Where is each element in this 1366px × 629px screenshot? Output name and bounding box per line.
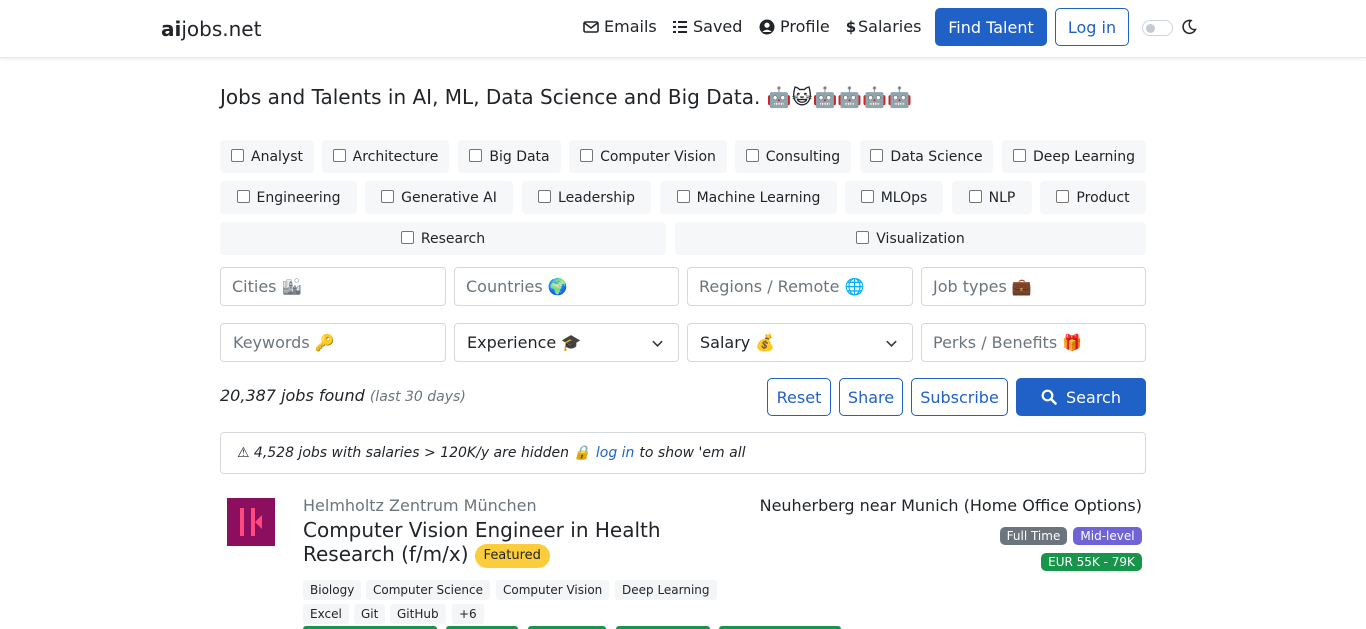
category-analyst[interactable]: Analyst	[220, 140, 314, 173]
checkbox[interactable]	[856, 231, 870, 244]
hidden-jobs-notice: ⚠ 4,528 jobs with salaries > 120K/y are …	[220, 432, 1146, 474]
category-consulting[interactable]: Consulting	[735, 140, 851, 173]
job-type-badge[interactable]: Full Time	[1000, 527, 1067, 545]
job-tag[interactable]: GitHub	[390, 604, 446, 624]
cities-input[interactable]: Cities 🏙	[220, 267, 446, 306]
dollar-icon: $	[846, 19, 856, 35]
checkbox[interactable]	[870, 149, 884, 162]
page-headline: Jobs and Talents in AI, ML, Data Science…	[220, 85, 913, 109]
helmholtz-logo-icon	[240, 508, 262, 536]
checkbox[interactable]	[236, 190, 250, 203]
job-tag[interactable]: Deep Learning	[615, 580, 717, 600]
share-button[interactable]: Share	[839, 378, 903, 416]
dark-mode-toggle[interactable]	[1142, 20, 1173, 36]
user-circle-icon	[759, 19, 775, 34]
category-architecture[interactable]: Architecture	[322, 140, 449, 173]
category-leadership[interactable]: Leadership	[522, 181, 651, 214]
regions-input[interactable]: Regions / Remote 🌐	[687, 267, 913, 306]
perks-input[interactable]: Perks / Benefits 🎁	[921, 323, 1146, 362]
job-tag[interactable]: Excel	[303, 604, 349, 624]
salary-select[interactable]: Salary 💰	[687, 323, 913, 362]
job-tag[interactable]: Biology	[303, 580, 362, 600]
job-tag-more[interactable]: +6	[452, 604, 484, 624]
search-button[interactable]: Search	[1016, 378, 1146, 416]
job-tag[interactable]: Computer Vision	[496, 580, 610, 600]
category-machine-learning[interactable]: Machine Learning	[660, 181, 837, 214]
login-button[interactable]: Log in	[1055, 8, 1129, 46]
reset-button[interactable]: Reset	[767, 378, 831, 416]
checkbox[interactable]	[381, 190, 395, 203]
moon-icon[interactable]	[1181, 19, 1197, 35]
category-data-science[interactable]: Data Science	[860, 140, 993, 173]
subscribe-button[interactable]: Subscribe	[911, 378, 1008, 416]
chevron-down-icon	[886, 340, 897, 347]
login-link[interactable]: log in	[596, 445, 635, 461]
keywords-input[interactable]: Keywords 🔑	[220, 323, 446, 362]
job-location: Neuherberg near Munich (Home Office Opti…	[759, 496, 1142, 515]
experience-badge[interactable]: Mid-level	[1073, 527, 1142, 545]
search-icon	[1041, 389, 1057, 405]
job-title[interactable]: Computer Vision Engineer in Health Resea…	[303, 518, 723, 568]
nav-profile[interactable]: Profile	[759, 17, 830, 36]
checkbox[interactable]	[968, 190, 982, 203]
checkbox[interactable]	[1012, 149, 1026, 162]
job-types-input[interactable]: Job types 💼	[921, 267, 1146, 306]
checkbox[interactable]	[745, 149, 759, 162]
category-computer-vision[interactable]: Computer Vision	[569, 140, 727, 173]
nav-saved[interactable]: Saved	[672, 17, 742, 36]
chevron-down-icon	[652, 340, 663, 347]
category-product[interactable]: Product	[1040, 181, 1146, 214]
salary-badge[interactable]: EUR 55K - 79K	[1041, 553, 1142, 571]
category-mlops[interactable]: MLOps	[845, 181, 943, 214]
category-big-data[interactable]: Big Data	[458, 140, 561, 173]
jobs-found-count: 20,387 jobs found (last 30 days)	[220, 386, 466, 405]
category-engineering[interactable]: Engineering	[220, 181, 357, 214]
featured-badge: Featured	[474, 544, 550, 568]
job-tag[interactable]: Computer Science	[366, 580, 490, 600]
company-logo[interactable]	[227, 498, 275, 546]
navbar: aijobs.net Emails Saved Profile $ Salari…	[0, 0, 1366, 58]
list-icon	[673, 20, 687, 33]
category-deep-learning[interactable]: Deep Learning	[1002, 140, 1146, 173]
job-tag[interactable]: Git	[354, 604, 386, 624]
category-research[interactable]: Research	[220, 222, 666, 255]
checkbox[interactable]	[332, 149, 346, 162]
category-nlp[interactable]: NLP	[952, 181, 1032, 214]
countries-input[interactable]: Countries 🌍	[454, 267, 679, 306]
checkbox[interactable]	[469, 149, 483, 162]
checkbox[interactable]	[860, 190, 874, 203]
checkbox[interactable]	[231, 149, 244, 162]
company-name[interactable]: Helmholtz Zentrum München	[303, 496, 537, 515]
nav-emails[interactable]: Emails	[583, 17, 657, 36]
find-talent-button[interactable]: Find Talent	[935, 8, 1047, 46]
checkbox[interactable]	[538, 190, 552, 203]
brand-logo[interactable]: aijobs.net	[161, 17, 261, 41]
checkbox[interactable]	[676, 190, 690, 203]
checkbox[interactable]	[580, 149, 594, 162]
category-visualization[interactable]: Visualization	[675, 222, 1146, 255]
checkbox[interactable]	[1056, 190, 1070, 203]
svg-text:$: $	[846, 19, 856, 35]
nav-salaries[interactable]: $ Salaries	[846, 17, 921, 36]
category-generative-ai[interactable]: Generative AI	[365, 181, 513, 214]
envelope-icon	[583, 20, 599, 33]
checkbox[interactable]	[400, 231, 414, 244]
experience-select[interactable]: Experience 🎓	[454, 323, 679, 362]
